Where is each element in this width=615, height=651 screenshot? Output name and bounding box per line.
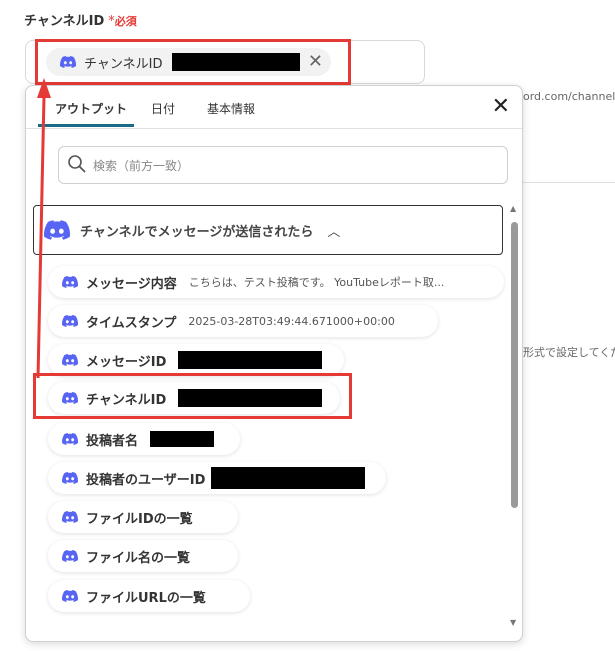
redacted-value <box>172 53 301 71</box>
scroll-down-arrow-icon[interactable]: ▼ <box>510 618 516 627</box>
item-label: タイムスタンプ <box>86 315 177 331</box>
item-value: 2025-03-28T03:49:44.671000+00:00 <box>188 314 395 328</box>
chip-label: チャンネルID <box>84 56 163 72</box>
list-item-channel-id[interactable]: チャンネルID <box>48 382 340 414</box>
discord-icon <box>60 56 76 68</box>
trigger-group-header[interactable]: チャンネルでメッセージが送信されたら ︿ <box>33 205 503 255</box>
list-item-author-user-id[interactable]: 投稿者のユーザーID <box>48 462 386 494</box>
tab-date[interactable]: 日付 <box>151 100 175 117</box>
tab-output[interactable]: アウトプット <box>55 100 127 117</box>
item-label: 投稿者のユーザーID <box>86 472 206 488</box>
search-icon <box>68 155 86 173</box>
item-label: 投稿者名 <box>86 433 139 449</box>
item-label: ファイルURLの一覧 <box>86 590 206 606</box>
redacted-value <box>178 351 323 369</box>
redacted-value <box>150 431 215 447</box>
search-input[interactable] <box>91 155 495 177</box>
redacted-value <box>178 389 323 407</box>
list-item-file-urls[interactable]: ファイルURLの一覧 <box>48 580 250 612</box>
discord-icon <box>62 392 78 404</box>
discord-icon <box>62 590 78 602</box>
discord-icon <box>62 511 78 523</box>
required-text: 必須 <box>114 15 137 28</box>
item-value: こちらは、テスト投稿です。 YouTubeレポート取... <box>188 276 445 289</box>
field-label-text: チャンネルID <box>24 14 105 29</box>
background-divider <box>523 182 615 183</box>
item-label: メッセージ内容 <box>86 276 177 292</box>
discord-icon <box>62 276 78 288</box>
item-label: ファイル名の一覧 <box>86 550 191 566</box>
list-item-timestamp[interactable]: タイムスタンプ 2025-03-28T03:49:44.671000+00:00 <box>48 305 438 337</box>
close-icon[interactable]: ✕ <box>492 96 510 118</box>
discord-icon <box>62 315 78 327</box>
list-item-message-content[interactable]: メッセージ内容 こちらは、テスト投稿です。 YouTubeレポート取... <box>48 266 504 298</box>
item-label: ファイルIDの一覧 <box>86 511 193 527</box>
redacted-value <box>211 467 366 489</box>
scrollbar[interactable]: ▲ ▼ <box>510 204 518 627</box>
background-url-text: ord.com/channel <box>523 90 615 103</box>
item-label: メッセージID <box>86 354 167 370</box>
discord-icon <box>62 354 78 366</box>
group-title: チャンネルでメッセージが送信されたら <box>80 224 314 240</box>
list-item-author-name[interactable]: 投稿者名 <box>48 423 240 455</box>
output-dropdown: アウトプット 日付 基本情報 ✕ チャンネルでメッセージが送信されたら ︿ メッ… <box>25 85 523 642</box>
scrollbar-thumb[interactable] <box>511 222 518 508</box>
background-format-hint: 形式で設定してくだ <box>523 346 615 359</box>
discord-icon <box>62 472 78 484</box>
clear-icon[interactable]: ✕ <box>308 51 323 72</box>
item-label: チャンネルID <box>86 392 167 408</box>
list-item-message-id[interactable]: メッセージID <box>48 344 344 376</box>
tab-basic-info[interactable]: 基本情報 <box>207 100 255 117</box>
list-item-file-names[interactable]: ファイル名の一覧 <box>48 540 238 572</box>
chevron-up-icon[interactable]: ︿ <box>327 221 340 240</box>
field-label: チャンネルID *必須 <box>24 10 137 29</box>
discord-icon <box>44 220 70 240</box>
tab-bar: アウトプット 日付 基本情報 ✕ <box>26 86 522 129</box>
discord-icon <box>62 433 78 445</box>
active-tab-indicator <box>38 124 134 127</box>
scroll-up-arrow-icon[interactable]: ▲ <box>510 204 516 213</box>
search-field[interactable] <box>58 146 508 184</box>
selected-channel-id-chip[interactable]: チャンネルID ✕ <box>46 48 331 76</box>
list-item-file-ids[interactable]: ファイルIDの一覧 <box>48 501 238 533</box>
discord-icon <box>62 550 78 562</box>
